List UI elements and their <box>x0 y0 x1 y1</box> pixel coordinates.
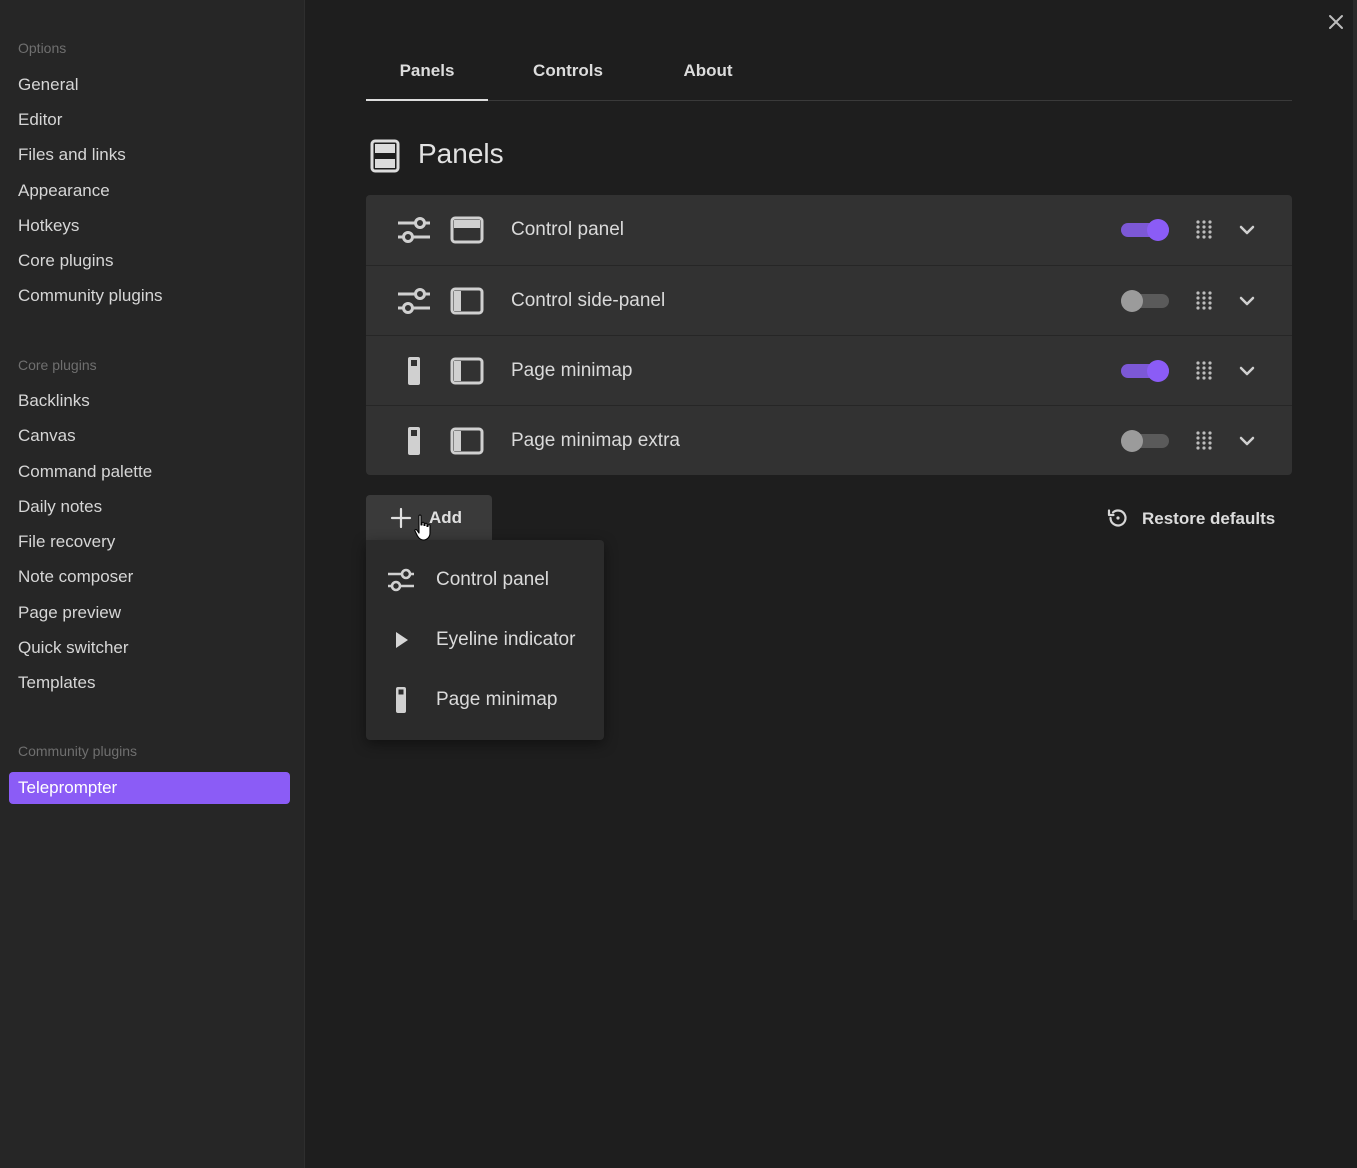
sidebar-item-file-recovery[interactable]: File recovery <box>9 526 290 558</box>
panel-enabled-toggle[interactable] <box>1121 430 1169 452</box>
layout-left-icon <box>450 356 484 386</box>
sliders-icon <box>386 567 416 593</box>
sidebar-item-general[interactable]: General <box>9 69 290 101</box>
sidebar-item-teleprompter[interactable]: Teleprompter <box>9 772 290 804</box>
play-icon <box>386 627 416 653</box>
restore-defaults-label: Restore defaults <box>1142 509 1276 528</box>
tab-about[interactable]: About <box>658 50 758 100</box>
panel-enabled-toggle[interactable] <box>1121 360 1169 382</box>
hand-cursor-icon <box>414 514 432 542</box>
sidebar-item-editor[interactable]: Editor <box>9 104 290 136</box>
sidebar-item-appearance[interactable]: Appearance <box>9 175 290 207</box>
page-title: Panels <box>418 138 504 169</box>
layout-top-icon <box>450 215 484 245</box>
minimap-icon <box>396 356 432 386</box>
drag-handle-icon[interactable] <box>1194 430 1214 452</box>
sidebar-group-title-community: Community plugins <box>18 743 138 759</box>
menu-item-page-minimap[interactable]: Page minimap <box>366 670 604 730</box>
sidebar-item-community-plugins[interactable]: Community plugins <box>9 280 290 312</box>
minimap-icon <box>386 687 416 713</box>
plus-icon <box>390 507 412 529</box>
sidebar-group-title-core: Core plugins <box>18 357 97 373</box>
sidebar-item-note-composer[interactable]: Note composer <box>9 561 290 593</box>
sidebar-item-hotkeys[interactable]: Hotkeys <box>9 210 290 242</box>
restore-icon <box>1106 506 1130 530</box>
sidebar-item-command-palette[interactable]: Command palette <box>9 456 290 488</box>
menu-item-label: Page minimap <box>436 689 558 710</box>
panel-row-page-minimap: Page minimap <box>366 335 1292 405</box>
drag-handle-icon[interactable] <box>1194 360 1214 382</box>
sliders-icon <box>396 215 432 245</box>
sidebar-item-templates[interactable]: Templates <box>9 667 290 699</box>
sidebar-item-canvas[interactable]: Canvas <box>9 420 290 452</box>
panel-label: Control side-panel <box>511 290 666 311</box>
panel-label: Page minimap extra <box>511 430 680 451</box>
sidebar-item-core-plugins[interactable]: Core plugins <box>9 245 290 277</box>
panel-label: Page minimap <box>511 360 633 381</box>
chevron-down-icon[interactable] <box>1236 360 1258 382</box>
panel-enabled-toggle[interactable] <box>1121 290 1169 312</box>
sliders-icon <box>396 286 432 316</box>
chevron-down-icon[interactable] <box>1236 219 1258 241</box>
tab-bar: Panels Controls About <box>366 50 1292 101</box>
tab-panels[interactable]: Panels <box>366 50 488 101</box>
layout-left-icon <box>450 426 484 456</box>
panel-row-page-minimap-extra: Page minimap extra <box>366 405 1292 475</box>
settings-sidebar: Options General Editor Files and links A… <box>0 0 305 1168</box>
sidebar-item-files-and-links[interactable]: Files and links <box>9 139 290 171</box>
chevron-down-icon[interactable] <box>1236 290 1258 312</box>
panel-row-control-side-panel: Control side-panel <box>366 265 1292 335</box>
sidebar-group-title-options: Options <box>18 40 67 56</box>
drag-handle-icon[interactable] <box>1194 219 1214 241</box>
panel-list: Control panel Control side-panel Page mi… <box>366 195 1292 475</box>
panels-icon <box>370 139 400 178</box>
sidebar-item-quick-switcher[interactable]: Quick switcher <box>9 632 290 664</box>
menu-item-control-panel[interactable]: Control panel <box>366 550 604 610</box>
sidebar-item-page-preview[interactable]: Page preview <box>9 597 290 629</box>
tab-controls[interactable]: Controls <box>512 50 624 100</box>
add-panel-menu: Control panel Eyeline indicator Page min… <box>366 540 604 740</box>
close-icon[interactable] <box>1324 10 1348 34</box>
restore-defaults-button[interactable]: Restore defaults <box>1106 505 1286 533</box>
panel-enabled-toggle[interactable] <box>1121 219 1169 241</box>
sidebar-item-backlinks[interactable]: Backlinks <box>9 385 290 417</box>
chevron-down-icon[interactable] <box>1236 430 1258 452</box>
menu-item-label: Control panel <box>436 569 550 590</box>
layout-left-icon <box>450 286 484 316</box>
minimap-icon <box>396 426 432 456</box>
sidebar-item-daily-notes[interactable]: Daily notes <box>9 491 290 523</box>
add-button-label: Add <box>429 508 463 527</box>
scrollbar[interactable] <box>1353 0 1357 920</box>
drag-handle-icon[interactable] <box>1194 290 1214 312</box>
menu-item-label: Eyeline indicator <box>436 629 576 650</box>
menu-item-eyeline-indicator[interactable]: Eyeline indicator <box>366 610 604 670</box>
panel-label: Control panel <box>511 219 625 240</box>
panel-row-control-panel: Control panel <box>366 195 1292 265</box>
